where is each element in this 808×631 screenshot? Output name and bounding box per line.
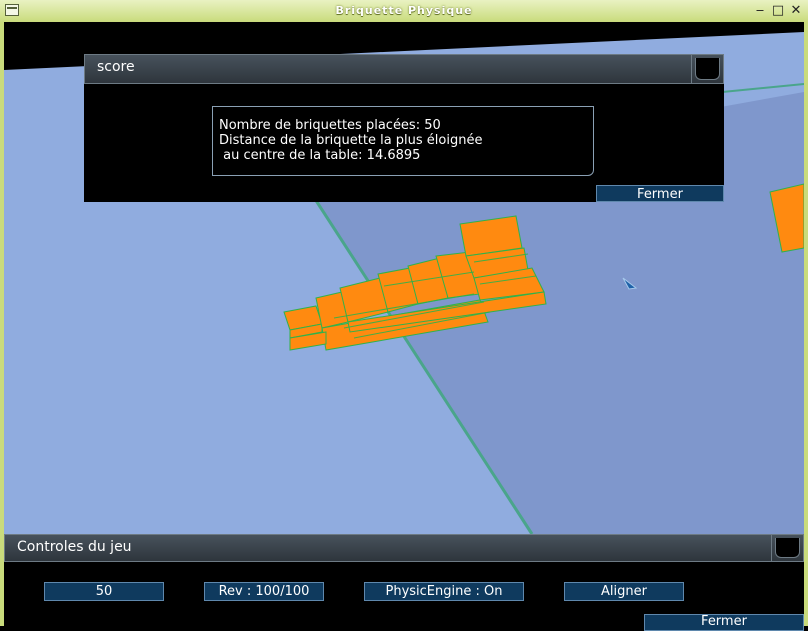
score-close-button[interactable]: Fermer (596, 185, 724, 202)
score-panel-corner-icon[interactable] (691, 55, 723, 83)
score-panel-header[interactable]: score (84, 54, 724, 84)
score-line-count: Nombre de briquettes placées: 50 (219, 118, 441, 133)
score-line-center: au centre de la table: 14.6895 (219, 148, 421, 163)
minimize-icon[interactable]: ‒ (752, 3, 768, 19)
score-panel-body: Nombre de briquettes placées: 50 Distanc… (84, 84, 724, 202)
controls-panel-body: 50 Rev : 100/100 PhysicEngine : On Align… (4, 562, 804, 631)
brick-count-field[interactable]: 50 (44, 582, 164, 601)
score-panel-title: score (97, 59, 135, 75)
maximize-icon[interactable]: □ (770, 3, 786, 19)
controls-close-button[interactable]: Fermer (644, 614, 804, 631)
controls-panel-title: Controles du jeu (17, 539, 132, 555)
rev-button[interactable]: Rev : 100/100 (204, 582, 324, 601)
align-button[interactable]: Aligner (564, 582, 684, 601)
window-title: Briquette Physique (335, 4, 473, 17)
controls-panel-header[interactable]: Controles du jeu (4, 534, 804, 562)
physic-engine-button[interactable]: PhysicEngine : On (364, 582, 524, 601)
controls-panel-corner-icon[interactable] (771, 535, 803, 561)
close-icon[interactable]: ✕ (788, 3, 804, 19)
score-line-distance: Distance de la briquette la plus éloigné… (219, 133, 483, 148)
score-text-box: Nombre de briquettes placées: 50 Distanc… (212, 106, 594, 176)
game-viewport[interactable]: score Nombre de briquettes placées: 50 D… (4, 22, 805, 631)
window-titlebar[interactable]: Briquette Physique ‒ □ ✕ (0, 0, 808, 23)
window-frame-right (804, 22, 808, 626)
